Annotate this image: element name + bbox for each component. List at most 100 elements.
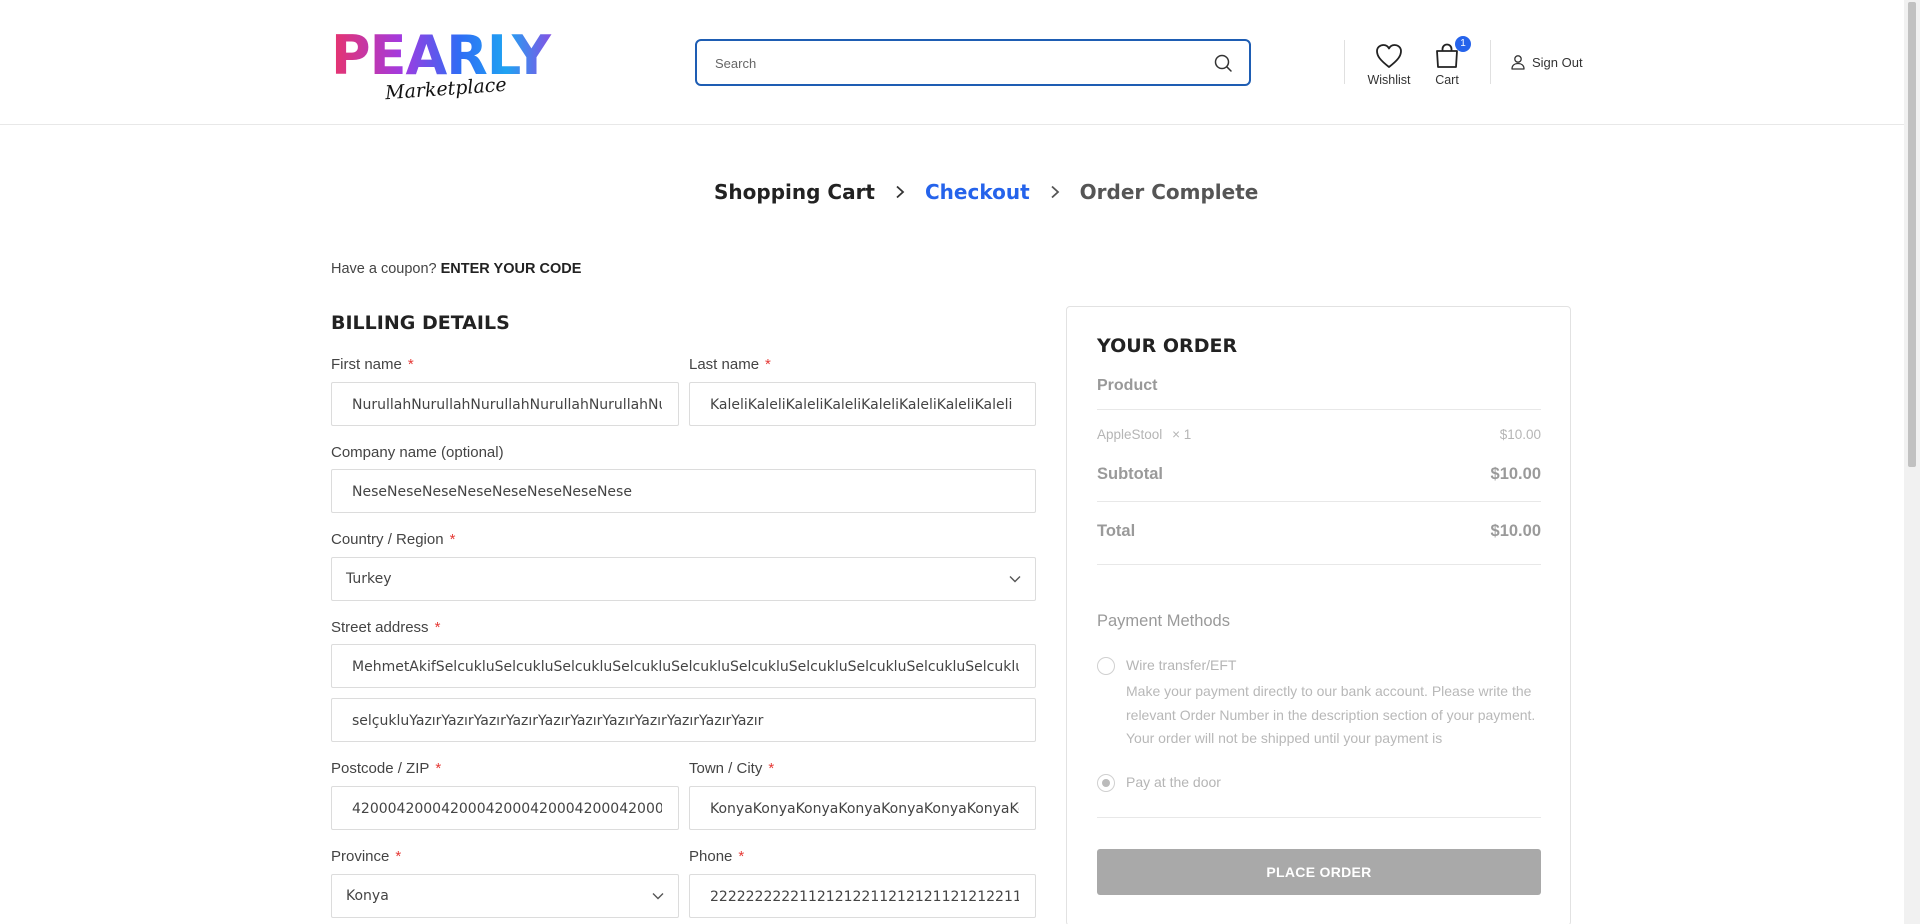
city-input[interactable]	[710, 799, 1019, 819]
required-mark: *	[435, 760, 442, 777]
order-summary-panel: YOUR ORDER Product AppleStool × 1 $10.00…	[1066, 306, 1571, 924]
required-mark: *	[765, 356, 771, 373]
subtotal-row: Subtotal $10.00	[1097, 465, 1541, 484]
enter-coupon-link[interactable]: ENTER YOUR CODE	[441, 261, 582, 277]
country-select[interactable]: Turkey	[331, 557, 1036, 601]
checkout-steps: Shopping Cart Checkout Order Complete	[714, 180, 1258, 204]
step-checkout: Checkout	[925, 180, 1030, 204]
product-column-header: Product	[1097, 377, 1158, 394]
wire-transfer-label[interactable]: Wire transfer/EFT	[1126, 657, 1236, 673]
required-mark: *	[768, 760, 775, 777]
country-label-text: Country / Region	[331, 531, 444, 548]
required-mark: *	[395, 848, 402, 865]
your-order-heading: YOUR ORDER	[1097, 335, 1238, 357]
divider	[1097, 564, 1541, 565]
company-input[interactable]	[352, 482, 1019, 502]
chevron-right-icon	[896, 185, 905, 199]
street-address-input-1[interactable]	[352, 657, 1019, 677]
payment-methods-heading: Payment Methods	[1097, 612, 1230, 630]
site-header: PEARLY Marketplace Wishlist 1 Cart	[0, 0, 1904, 125]
province-label: Province *	[331, 848, 401, 865]
province-select[interactable]: Konya	[331, 874, 679, 918]
order-item-price: $10.00	[1499, 427, 1541, 442]
phone-input[interactable]	[710, 887, 1019, 907]
page-scrollbar[interactable]	[1904, 0, 1920, 924]
search-input[interactable]	[715, 52, 1195, 74]
province-label-text: Province	[331, 848, 390, 865]
street-address-input-2[interactable]	[352, 711, 1019, 731]
last-name-input[interactable]	[710, 395, 1019, 415]
first-name-label: First name *	[331, 356, 414, 373]
city-field	[689, 786, 1036, 830]
total-label: Total	[1097, 522, 1136, 540]
divider	[1097, 409, 1541, 410]
street-address-field-2	[331, 698, 1036, 742]
header-divider	[1490, 40, 1491, 84]
company-field	[331, 469, 1036, 513]
province-selected-value: Konya	[346, 888, 389, 904]
required-mark: *	[449, 531, 456, 548]
required-mark: *	[434, 619, 441, 636]
chevron-down-icon	[652, 893, 664, 900]
required-mark: *	[738, 848, 745, 865]
search-box	[695, 39, 1251, 86]
postcode-label: Postcode / ZIP *	[331, 760, 441, 777]
cart-label: Cart	[1435, 73, 1459, 87]
required-mark: *	[407, 356, 414, 373]
first-name-field	[331, 382, 679, 426]
sign-out-link[interactable]: Sign Out	[1510, 54, 1583, 70]
cart-button[interactable]: 1 Cart	[1430, 36, 1471, 87]
country-label: Country / Region *	[331, 531, 455, 548]
country-selected-value: Turkey	[346, 571, 392, 587]
chevron-down-icon	[1009, 576, 1021, 583]
first-name-input[interactable]	[352, 395, 662, 415]
order-line-item: AppleStool × 1 $10.00	[1097, 427, 1541, 442]
city-label-text: Town / City	[689, 760, 763, 777]
last-name-field	[689, 382, 1036, 426]
user-icon	[1511, 55, 1525, 70]
company-label: Company name (optional)	[331, 444, 504, 461]
first-name-label-text: First name	[331, 356, 402, 373]
phone-label-text: Phone	[689, 848, 733, 865]
divider	[1097, 501, 1541, 502]
chevron-right-icon	[1051, 185, 1059, 199]
subtotal-label: Subtotal	[1097, 465, 1163, 483]
street-address-label: Street address *	[331, 619, 440, 636]
street-address-field-1	[331, 644, 1036, 688]
street-label-text: Street address	[331, 619, 429, 636]
wishlist-label: Wishlist	[1367, 73, 1411, 87]
order-item-name: AppleStool	[1097, 427, 1163, 442]
sign-out-label: Sign Out	[1532, 54, 1583, 70]
phone-field	[689, 874, 1036, 918]
last-name-label: Last name *	[689, 356, 771, 373]
logo-wordmark: PEARLY	[331, 28, 565, 84]
last-name-label-text: Last name	[689, 356, 760, 373]
place-order-button[interactable]: PLACE ORDER	[1097, 849, 1541, 895]
city-label: Town / City *	[689, 760, 774, 777]
wire-transfer-description: Make your payment directly to our bank a…	[1126, 683, 1536, 746]
heart-icon	[1376, 44, 1402, 68]
divider	[1097, 817, 1541, 818]
step-shopping-cart[interactable]: Shopping Cart	[714, 180, 875, 204]
postcode-field	[331, 786, 679, 830]
search-icon[interactable]	[1213, 53, 1233, 73]
cart-count-badge: 1	[1455, 36, 1471, 52]
scrollbar-thumb[interactable]	[1908, 2, 1916, 467]
pearly-logo[interactable]: PEARLY Marketplace	[331, 28, 565, 106]
coupon-prompt: Have a coupon? ENTER YOUR CODE	[331, 261, 581, 277]
step-order-complete: Order Complete	[1079, 180, 1259, 204]
postcode-label-text: Postcode / ZIP	[331, 760, 430, 777]
coupon-text: Have a coupon?	[331, 261, 437, 277]
order-item-name-qty: AppleStool × 1	[1097, 427, 1191, 442]
pay-at-door-label[interactable]: Pay at the door	[1126, 774, 1221, 790]
header-divider	[1344, 40, 1345, 84]
pay-at-door-radio[interactable]	[1097, 774, 1115, 792]
order-item-qty: × 1	[1172, 427, 1192, 442]
wire-transfer-radio[interactable]	[1097, 657, 1115, 675]
phone-label: Phone *	[689, 848, 744, 865]
billing-details-heading: BILLING DETAILS	[331, 312, 510, 334]
subtotal-value: $10.00	[1490, 465, 1541, 483]
total-row: Total $10.00	[1097, 522, 1541, 541]
postcode-input[interactable]	[352, 799, 662, 819]
wishlist-button[interactable]: Wishlist	[1366, 42, 1412, 87]
